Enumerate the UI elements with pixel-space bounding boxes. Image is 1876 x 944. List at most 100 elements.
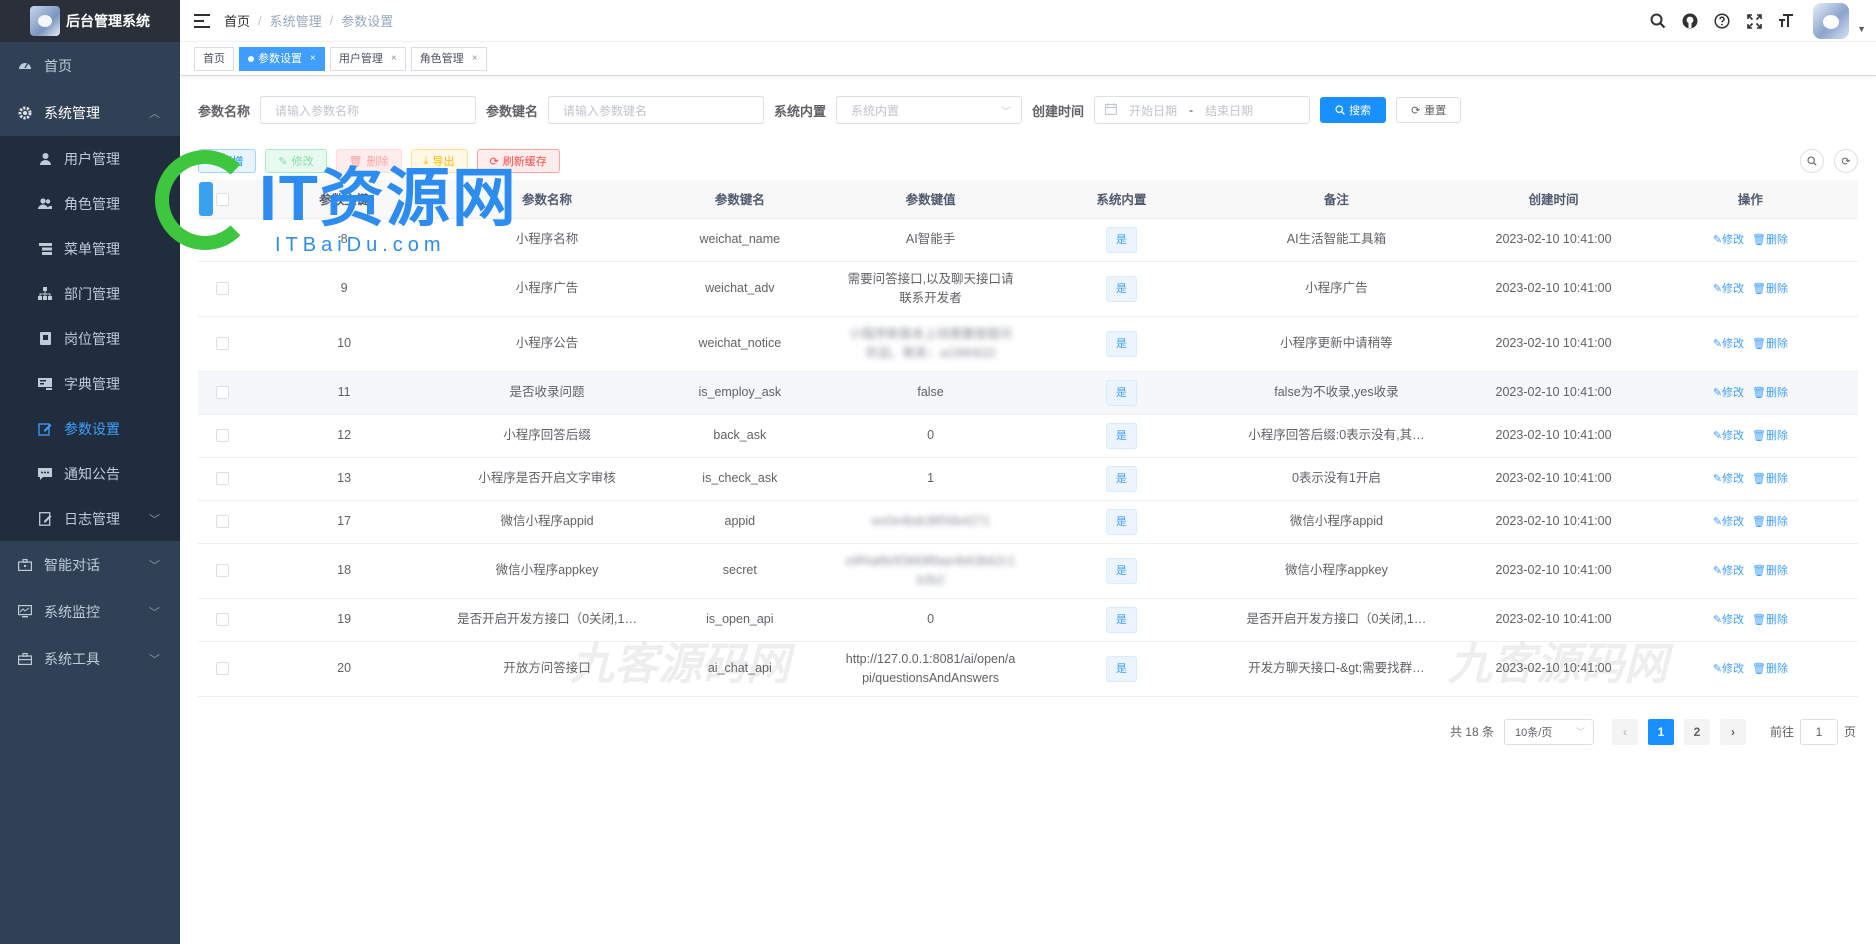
search-button[interactable]: 搜索	[1320, 97, 1387, 123]
avatar[interactable]	[1813, 3, 1850, 39]
start-date-input[interactable]: 开始日期	[1129, 102, 1177, 119]
sidebar-item-monitor[interactable]: 系统监控 ﹀	[0, 588, 180, 635]
config-key-input[interactable]: 请输入参数键名	[548, 96, 765, 124]
caret-down-icon[interactable]: ▼	[1857, 24, 1866, 34]
row-delete-button[interactable]: 🗑︎删除	[1752, 516, 1788, 528]
row-edit-button[interactable]: ✎修改	[1713, 663, 1744, 675]
row-delete-button[interactable]: 🗑︎删除	[1752, 565, 1788, 577]
edit-button[interactable]: ✎ 修改	[265, 149, 327, 173]
sidebar-item-config[interactable]: 参数设置	[0, 406, 180, 451]
sidebar-item-depts[interactable]: 部门管理	[0, 271, 180, 316]
github-icon[interactable]	[1681, 12, 1699, 30]
row-delete-button[interactable]: 🗑︎删除	[1752, 614, 1788, 626]
tag-roles[interactable]: 角色管理 ×	[410, 46, 487, 71]
row-edit-button[interactable]: ✎修改	[1713, 516, 1744, 528]
tag-users[interactable]: 用户管理 ×	[329, 46, 406, 71]
table-row[interactable]: 12 小程序回答后缀 back_ask 0 是 小程序回答后缀:0表示没有,其… 2023-…	[198, 414, 1858, 458]
row-edit-button[interactable]: ✎修改	[1713, 430, 1744, 442]
chevron-down-icon: ﹀	[1575, 727, 1585, 737]
status-badge: 是	[1105, 379, 1137, 406]
sidebar-item-menus[interactable]: 菜单管理	[0, 226, 180, 271]
cell-key: weichat_name	[652, 218, 828, 262]
row-checkbox[interactable]	[215, 337, 229, 351]
table-row[interactable]: 20 开放方问答接口 ai_chat_api http://127.0.0.1:808…	[198, 641, 1858, 697]
sidebar-item-posts[interactable]: 岗位管理	[0, 316, 180, 361]
table-row[interactable]: 9 小程序广告 weichat_adv 需要问答接口,以及聊天接口请联系开发者是小程序…	[198, 261, 1858, 317]
row-checkbox[interactable]	[215, 429, 229, 443]
row-edit-button[interactable]: ✎修改	[1713, 614, 1744, 626]
sidebar-item-notices[interactable]: 通知公告	[0, 451, 180, 496]
row-checkbox[interactable]	[215, 662, 229, 676]
row-delete-button[interactable]: 🗑︎删除	[1752, 283, 1788, 295]
sidebar-item-users[interactable]: 用户管理	[0, 136, 180, 181]
table-row[interactable]: 13 小程序是否开启文字审核 is_check_ask 1 是 0表示没有1开启 2023-…	[198, 457, 1858, 501]
select-all-checkbox[interactable]	[215, 192, 229, 206]
row-edit-button[interactable]: ✎修改	[1713, 283, 1744, 295]
page-number-button[interactable]: 1	[1647, 718, 1674, 745]
tag-home[interactable]: 首页	[194, 46, 234, 71]
search-icon[interactable]	[1649, 12, 1667, 30]
row-edit-button[interactable]: ✎修改	[1713, 338, 1744, 350]
date-range-picker[interactable]: 开始日期 - 结束日期	[1094, 96, 1311, 124]
hamburger-icon[interactable]	[194, 13, 210, 28]
row-checkbox[interactable]	[215, 515, 229, 529]
close-icon[interactable]: ×	[472, 48, 478, 70]
table-row[interactable]: 19 是否开启开发方接口（0关闭,1… is_open_api 0 是是否开启开发方接口…	[198, 598, 1858, 642]
row-edit-button[interactable]: ✎修改	[1713, 473, 1744, 485]
end-date-input[interactable]: 结束日期	[1205, 102, 1253, 119]
sidebar-item-chat[interactable]: 智能对话 ﹀	[0, 541, 180, 588]
sidebar-item-tools[interactable]: 系统工具 ﹀	[0, 635, 180, 682]
row-edit-button[interactable]: ✎修改	[1713, 387, 1744, 399]
sidebar-logo[interactable]: 后台管理系统	[0, 0, 180, 42]
table-row[interactable]: 8 小程序名称 weichat_name AI智能手 是 AI生活智能工具箱 2023-02…	[198, 218, 1858, 262]
row-delete-button[interactable]: 🗑︎删除	[1752, 387, 1788, 399]
row-delete-button[interactable]: 🗑︎删除	[1752, 473, 1788, 485]
row-delete-button[interactable]: 🗑︎删除	[1752, 663, 1788, 675]
row-checkbox[interactable]	[215, 472, 229, 486]
refresh-button[interactable]: ⟳	[1834, 149, 1858, 173]
table-row[interactable]: 18 微信小程序appkey secret e9f4a8b0f3969f9ae4b63…	[198, 543, 1858, 599]
fullscreen-icon[interactable]	[1745, 12, 1763, 30]
page-number-button[interactable]: 2	[1683, 718, 1710, 745]
help-icon[interactable]	[1713, 12, 1731, 30]
export-button[interactable]: ⤓ 导出	[410, 149, 468, 173]
row-edit-button[interactable]: ✎修改	[1713, 234, 1744, 246]
reset-button[interactable]: ⟳ 重置	[1396, 97, 1462, 123]
breadcrumb-item[interactable]: 首页	[224, 11, 250, 30]
table-row[interactable]: 10 小程序公告 weichat_notice 小程序新版本上线需要按提问欢迎。联系：…	[198, 316, 1858, 372]
tag-config[interactable]: 参数设置 ×	[239, 46, 325, 71]
close-icon[interactable]: ×	[391, 48, 397, 70]
table-row[interactable]: 11 是否收录问题 is_employ_ask false 是 false为不收录,yes…	[198, 371, 1858, 415]
toggle-search-button[interactable]	[1800, 149, 1824, 173]
cell-name: 小程序公告	[441, 316, 653, 372]
row-edit-button[interactable]: ✎修改	[1713, 565, 1744, 577]
goto-page-input[interactable]: 1	[1799, 718, 1838, 745]
sidebar-item-dicts[interactable]: 字典管理	[0, 361, 180, 406]
add-button[interactable]: + 新增	[198, 149, 257, 173]
row-delete-button[interactable]: 🗑︎删除	[1752, 430, 1788, 442]
sidebar-item-roles[interactable]: 角色管理	[0, 181, 180, 226]
config-name-input[interactable]: 请输入参数名称	[260, 96, 477, 124]
next-page-button[interactable]: ›	[1719, 718, 1746, 745]
row-delete-button[interactable]: 🗑︎删除	[1752, 338, 1788, 350]
close-icon[interactable]: ×	[310, 48, 316, 70]
refresh-cache-button[interactable]: ⟳ 刷新缓存	[476, 149, 560, 173]
delete-button[interactable]: 🗑︎ 删除	[335, 149, 402, 173]
table-row[interactable]: 17 微信小程序appid appid wx0e4bdc8856b4271 是微信小程序…	[198, 500, 1858, 544]
cell-type: 是	[1034, 316, 1209, 372]
page-size-select[interactable]: 10条/页 ﹀	[1503, 718, 1594, 745]
config-type-select[interactable]: 系统内置 ﹀	[836, 96, 1023, 124]
sidebar-item-logs[interactable]: 日志管理 ﹀	[0, 496, 180, 541]
post-icon	[38, 332, 52, 346]
row-checkbox[interactable]	[215, 282, 229, 296]
row-checkbox[interactable]	[215, 613, 229, 627]
prev-page-button[interactable]: ‹	[1611, 718, 1638, 745]
row-checkbox[interactable]	[215, 233, 229, 247]
row-checkbox[interactable]	[215, 564, 229, 578]
sidebar-item-home[interactable]: 首页	[0, 42, 180, 89]
font-size-icon[interactable]	[1777, 12, 1795, 30]
row-delete-button[interactable]: 🗑︎删除	[1752, 234, 1788, 246]
row-checkbox[interactable]	[215, 386, 229, 400]
cell-remark: AI生活智能工具箱	[1208, 218, 1465, 262]
sidebar-item-system[interactable]: 系统管理 ︿	[0, 89, 180, 136]
